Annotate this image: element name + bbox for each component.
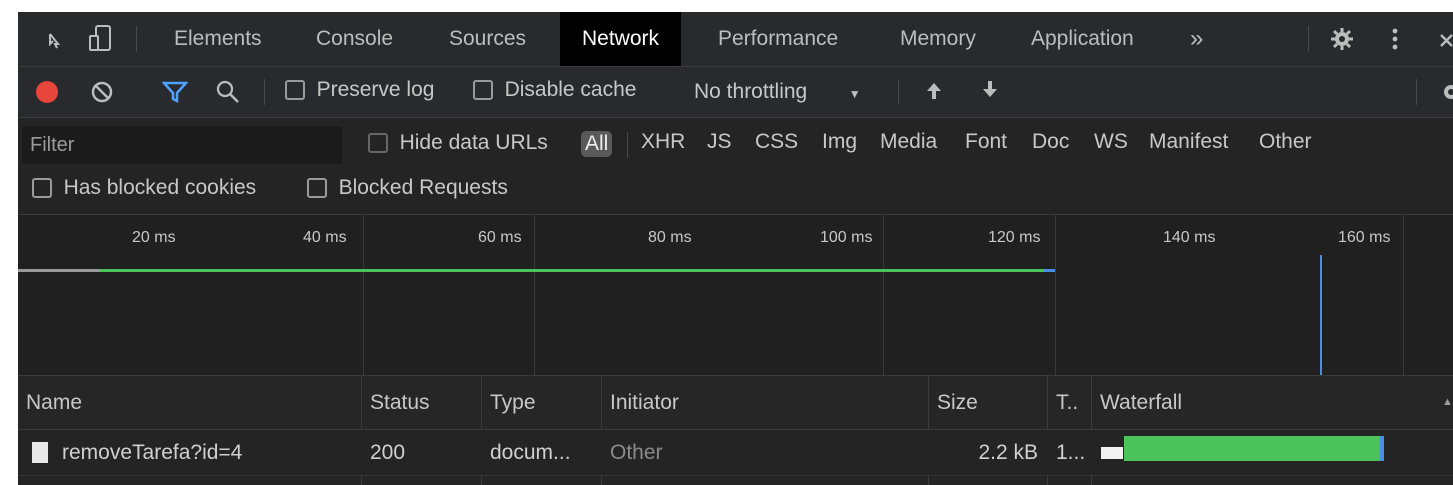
request-size: 2.2 kB <box>978 441 1038 464</box>
column-header-name[interactable]: Name <box>26 376 82 429</box>
disable-cache-checkbox[interactable]: Disable cache <box>473 78 636 102</box>
timeline-tick: 80 ms <box>648 229 692 246</box>
timeline-tick: 40 ms <box>303 229 347 246</box>
filter-input[interactable]: Filter <box>22 126 342 164</box>
import-har-upload-icon[interactable] <box>924 80 944 102</box>
tab-application[interactable]: Application <box>1031 12 1134 66</box>
request-status: 200 <box>370 441 406 464</box>
type-filter-ws[interactable]: WS <box>1094 130 1128 154</box>
filter-bar: Filter Hide data URLs All XHR JS CSS Img… <box>18 118 1453 215</box>
timeline-overview[interactable]: 20 ms 40 ms 60 ms 80 ms 100 ms 120 ms 14… <box>18 215 1453 376</box>
overview-request-download-bar <box>100 269 1055 272</box>
has-blocked-cookies-label: Has blocked cookies <box>63 176 257 199</box>
tab-memory[interactable]: Memory <box>900 12 976 66</box>
document-file-icon <box>32 442 48 463</box>
close-devtools-icon[interactable] <box>1438 31 1453 47</box>
tab-sources[interactable]: Sources <box>449 12 526 66</box>
has-blocked-cookies-checkbox[interactable]: Has blocked cookies <box>32 176 256 200</box>
column-header-type[interactable]: Type <box>490 376 536 429</box>
timeline-tick: 140 ms <box>1163 229 1216 246</box>
tab-performance[interactable]: Performance <box>718 12 838 66</box>
table-row[interactable]: removeTarefa?id=4 200 docum... Other 2.2… <box>18 430 1453 476</box>
type-filter-manifest[interactable]: Manifest <box>1149 130 1228 154</box>
search-icon[interactable] <box>216 80 240 104</box>
disable-cache-label: Disable cache <box>504 78 637 101</box>
network-settings-gear-icon[interactable] <box>1440 81 1453 103</box>
devtools-tab-bar: Elements Console Sources Network Perform… <box>18 12 1453 67</box>
timeline-tick: 20 ms <box>132 229 176 246</box>
network-toolbar: Preserve log Disable cache No throttling… <box>18 67 1453 118</box>
type-filter-font[interactable]: Font <box>965 130 1007 154</box>
tab-network[interactable]: Network <box>560 12 682 66</box>
type-filter-css[interactable]: CSS <box>755 130 798 154</box>
sort-caret-up-icon: ▲ <box>1442 396 1453 408</box>
throttling-value: No throttling <box>694 80 808 103</box>
timeline-tick: 160 ms <box>1338 229 1391 246</box>
hide-data-urls-label: Hide data URLs <box>399 131 548 154</box>
type-filter-other[interactable]: Other <box>1259 130 1312 154</box>
waterfall-end-marker <box>1380 436 1384 461</box>
devtools-panel: Elements Console Sources Network Perform… <box>18 12 1453 485</box>
settings-gear-icon[interactable] <box>1330 27 1354 51</box>
timeline-tick: 120 ms <box>988 229 1041 246</box>
blocked-requests-checkbox[interactable]: Blocked Requests <box>307 176 508 200</box>
type-filter-js[interactable]: JS <box>707 130 732 154</box>
load-event-line <box>1320 255 1322 375</box>
request-name[interactable]: removeTarefa?id=4 <box>62 430 242 475</box>
type-filter-all[interactable]: All <box>581 131 613 157</box>
record-icon[interactable] <box>35 80 59 104</box>
tab-elements[interactable]: Elements <box>174 12 262 66</box>
overview-request-waiting-bar <box>18 269 100 272</box>
inspect-element-icon[interactable] <box>44 28 66 50</box>
request-initiator: Other <box>610 441 663 464</box>
type-filter-media[interactable]: Media <box>880 130 937 154</box>
blocked-requests-label: Blocked Requests <box>338 176 508 199</box>
column-header-status[interactable]: Status <box>370 376 430 429</box>
waterfall-download-bar <box>1124 436 1382 461</box>
throttling-select[interactable]: No throttling ▼ <box>694 80 861 104</box>
timeline-tick: 60 ms <box>478 229 522 246</box>
more-tabs-button[interactable]: » <box>1190 12 1203 66</box>
requests-table-header: Name Status Type Initiator Size T.. Wate… <box>18 376 1453 430</box>
type-filter-doc[interactable]: Doc <box>1032 130 1069 154</box>
more-options-kebab-icon[interactable] <box>1390 27 1400 51</box>
preserve-log-label: Preserve log <box>316 78 435 101</box>
tab-console[interactable]: Console <box>316 12 393 66</box>
column-header-time[interactable]: T.. <box>1056 376 1078 429</box>
filter-funnel-icon[interactable] <box>161 80 189 104</box>
column-header-initiator[interactable]: Initiator <box>610 376 679 429</box>
column-header-size[interactable]: Size <box>937 376 978 429</box>
chevron-down-icon: ▼ <box>848 87 861 101</box>
device-toolbar-icon[interactable] <box>88 24 114 54</box>
type-filter-xhr[interactable]: XHR <box>641 130 685 154</box>
export-har-download-icon[interactable] <box>980 78 1000 100</box>
hide-data-urls-checkbox[interactable]: Hide data URLs <box>368 131 548 155</box>
request-time: 1... <box>1056 441 1086 464</box>
overview-request-end-marker <box>1044 269 1055 272</box>
request-type: docum... <box>490 441 571 464</box>
preserve-log-checkbox[interactable]: Preserve log <box>285 78 434 102</box>
clear-icon[interactable] <box>90 80 114 104</box>
column-header-waterfall[interactable]: Waterfall <box>1100 376 1182 429</box>
type-filter-img[interactable]: Img <box>822 130 857 154</box>
timeline-tick: 100 ms <box>820 229 873 246</box>
waterfall-waiting-bar <box>1101 447 1123 459</box>
